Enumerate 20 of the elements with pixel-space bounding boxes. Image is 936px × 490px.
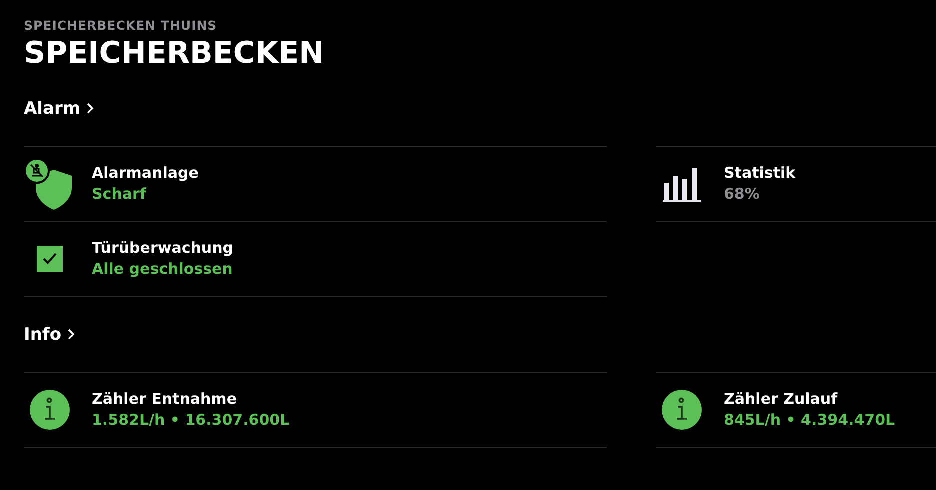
bar-chart-icon <box>663 166 701 202</box>
tile-status: 1.582L/h • 16.307.600L <box>92 410 290 431</box>
tile-title: Türüberwachung <box>92 238 234 259</box>
tile-status: 845L/h • 4.394.470L <box>724 410 896 431</box>
tile-title: Alarmanlage <box>92 163 199 184</box>
tile-title: Zähler Entnahme <box>92 389 237 410</box>
section-link[interactable]: Info <box>24 324 75 344</box>
page-subtitle: SPEICHERBECKEN THUINS <box>24 18 218 33</box>
tile-title: Statistik <box>724 163 796 184</box>
page-title: SPEICHERBECKEN <box>24 36 324 71</box>
section-link[interactable]: Alarm <box>24 98 94 118</box>
checkbox-icon <box>37 246 63 272</box>
info-icon <box>662 390 702 430</box>
tile-status: 68% <box>724 184 760 205</box>
tile-status: Alle geschlossen <box>92 259 233 280</box>
chevron-icon <box>68 329 75 340</box>
tile-title: Zähler Zulauf <box>724 389 838 410</box>
chevron-icon <box>86 103 94 114</box>
info-icon <box>30 390 70 430</box>
tile-status: Scharf <box>92 184 146 205</box>
